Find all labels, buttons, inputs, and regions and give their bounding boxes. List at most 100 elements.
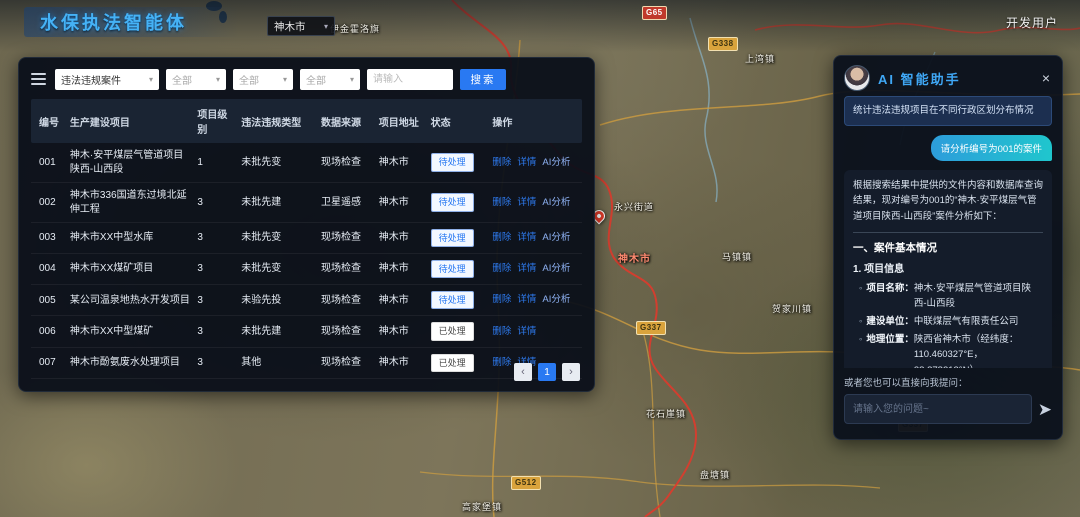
action-detail[interactable]: 详情: [517, 294, 536, 305]
cell-level: 3: [194, 190, 238, 216]
action-detail[interactable]: 详情: [517, 157, 536, 168]
chevron-down-icon: ▾: [283, 75, 287, 84]
action-delete[interactable]: 删除: [492, 197, 511, 208]
cell-address: 神木市: [376, 288, 428, 314]
map-place-label: 伊金霍洛旗: [330, 22, 380, 35]
send-icon[interactable]: ➤: [1038, 401, 1052, 418]
cell-data-source: 现场检查: [318, 256, 376, 282]
cell-violation-type: 未批先变: [238, 150, 318, 176]
action-ai-analyze[interactable]: AI分析: [542, 263, 570, 274]
cell-actions: 删除详情 AI分析: [489, 256, 582, 282]
menu-icon[interactable]: [31, 73, 46, 85]
map-place-label: 花石崖镇: [646, 407, 686, 420]
analysis-bullet: ◦建设单位：中联煤层气有限责任公司: [859, 314, 1043, 329]
cell-actions: 删除详情 AI分析: [489, 225, 582, 251]
analysis-intro: 根据搜索结果中提供的文件内容和数据库查询结果，现对编号为001的“神木·安平煤层…: [853, 178, 1043, 224]
cell-id: 002: [31, 190, 67, 216]
action-delete[interactable]: 删除: [492, 357, 511, 368]
cell-id: 007: [31, 350, 67, 376]
cell-level: 3: [194, 288, 238, 314]
cell-address: 神木市: [376, 225, 428, 251]
ai-question-input[interactable]: [844, 394, 1032, 424]
analysis-section-title: 一、案件基本情况: [853, 240, 1043, 257]
map-place-label: 神木市: [618, 250, 651, 265]
analysis-bullets-1: ◦项目名称：神木·安平煤层气管道项目陕西-山西段◦建设单位：中联煤层气有限责任公…: [853, 281, 1043, 368]
action-detail[interactable]: 详情: [517, 232, 536, 243]
status-badge: 待处理: [431, 291, 474, 309]
ai-panel-header: AI 智能助手 ×: [844, 64, 1052, 92]
cell-level: 3: [194, 225, 238, 251]
cell-project: 神木市XX煤矿项目: [67, 256, 195, 282]
action-detail[interactable]: 详情: [517, 326, 536, 337]
action-delete[interactable]: 删除: [492, 294, 511, 305]
road-badge: G512: [511, 476, 541, 490]
assistant-note-bubble: 统计违法违规项目在不同行政区划分布情况: [844, 96, 1052, 126]
cell-actions: 删除详情 AI分析: [489, 150, 582, 176]
action-detail[interactable]: 详情: [517, 197, 536, 208]
road-line: [420, 472, 880, 488]
action-ai-analyze[interactable]: AI分析: [542, 232, 570, 243]
action-detail[interactable]: 详情: [517, 263, 536, 274]
ai-message-scroll[interactable]: 统计违法违规项目在不同行政区划分布情况 请分析编号为001的案件 根据搜索结果中…: [844, 96, 1052, 368]
level-select[interactable]: 全部 ▾: [166, 69, 226, 90]
cell-status: 待处理: [428, 147, 490, 177]
cell-status: 待处理: [428, 223, 490, 253]
keyword-input[interactable]: [367, 69, 453, 90]
table-row: 005 某公司温泉地热水开发项目 3 未验先投 现场检查 神木市 待处理 删除详…: [31, 285, 582, 316]
column-header: 生产建设项目: [67, 107, 195, 136]
table-row: 003 神木市XX中型水库 3 未批先变 现场检查 神木市 待处理 删除详情AI…: [31, 223, 582, 254]
case-type-value: 违法违规案件: [61, 72, 121, 87]
cell-project: 神木·安平煤层气管道项目陕西-山西段: [67, 143, 195, 182]
column-header: 数据来源: [318, 107, 376, 136]
road-badge: G337: [636, 321, 666, 335]
cell-status: 待处理: [428, 187, 490, 217]
action-ai-analyze[interactable]: AI分析: [542, 294, 570, 305]
current-page-button[interactable]: 1: [538, 363, 556, 381]
status-badge: 待处理: [431, 229, 474, 247]
cell-violation-type: 未批先建: [238, 190, 318, 216]
source-select[interactable]: 全部 ▾: [300, 69, 360, 90]
cell-violation-type: 未批先变: [238, 256, 318, 282]
road-badge: G338: [708, 37, 738, 51]
user-menu[interactable]: 开发用户: [1006, 14, 1058, 31]
cell-project: 神木市XX中型水库: [67, 225, 195, 251]
cell-violation-type: 未批先变: [238, 225, 318, 251]
next-page-button[interactable]: ›: [562, 363, 580, 381]
action-delete[interactable]: 删除: [492, 326, 511, 337]
cell-project: 神木市XX中型煤矿: [67, 319, 195, 345]
action-delete[interactable]: 删除: [492, 232, 511, 243]
column-header: 操作: [489, 107, 582, 136]
app-title-box: 水保执法智能体: [24, 7, 239, 37]
cell-project: 神木市酚氨废水处理项目: [67, 350, 195, 376]
chevron-down-icon: ▾: [149, 75, 153, 84]
case-list-panel: 违法违规案件 ▾ 全部 ▾ 全部 ▾ 全部 ▾ 搜索 编号生产建设项目项目级别违…: [18, 57, 595, 392]
action-ai-analyze[interactable]: AI分析: [542, 197, 570, 208]
cell-level: 1: [194, 150, 238, 176]
case-type-select[interactable]: 违法违规案件 ▾: [55, 69, 159, 90]
table-row: 002 神木市336国道东过境北延伸工程 3 未批先建 卫星遥感 神木市 待处理…: [31, 183, 582, 223]
ai-prompt-hint: 或者您也可以直接向我提问：: [844, 375, 1052, 389]
cell-level: 3: [194, 319, 238, 345]
column-header: 编号: [31, 107, 67, 136]
cell-id: 006: [31, 319, 67, 345]
divider: [853, 232, 1043, 233]
region-select[interactable]: 神木市 ▾: [267, 16, 335, 36]
cell-data-source: 现场检查: [318, 319, 376, 345]
map-place-label: 上湾镇: [745, 52, 775, 65]
type-select[interactable]: 全部 ▾: [233, 69, 293, 90]
ai-assistant-panel: AI 智能助手 × 统计违法违规项目在不同行政区划分布情况 请分析编号为001的…: [833, 55, 1063, 440]
action-delete[interactable]: 删除: [492, 263, 511, 274]
pagination: ‹ 1 ›: [514, 363, 580, 381]
action-ai-analyze[interactable]: AI分析: [542, 157, 570, 168]
search-button[interactable]: 搜索: [460, 69, 506, 90]
app-root: 伊金霍洛旗上湾镇永兴街道神木市马镇镇贺家川镇花石崖镇万镇镇盘塘镇高家堡镇G65G…: [0, 0, 1080, 517]
prev-page-button[interactable]: ‹: [514, 363, 532, 381]
action-delete[interactable]: 删除: [492, 157, 511, 168]
cell-actions: 删除详情 AI分析: [489, 287, 582, 313]
app-title: 水保执法智能体: [40, 9, 187, 35]
table-row: 004 神木市XX煤矿项目 3 未批先变 现场检查 神木市 待处理 删除详情AI…: [31, 254, 582, 285]
case-table-body: 001 神木·安平煤层气管道项目陕西-山西段 1 未批先变 现场检查 神木市 待…: [31, 143, 582, 379]
analysis-subsection: 1. 项目信息: [853, 262, 1043, 278]
close-icon[interactable]: ×: [1040, 70, 1052, 86]
column-header: 状态: [428, 107, 490, 136]
